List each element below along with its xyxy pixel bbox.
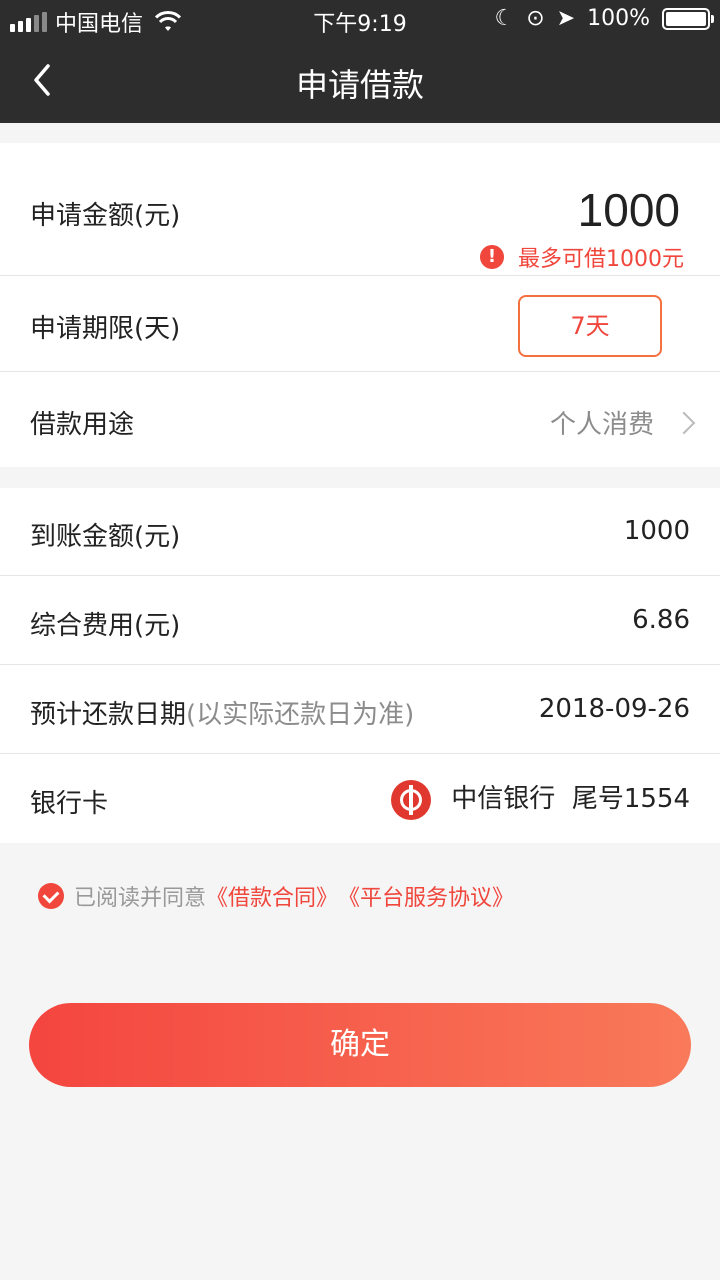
- loan-contract-link[interactable]: 《借款合同》: [206, 880, 338, 912]
- repay-date-value: 2018-09-26: [538, 694, 690, 724]
- bank-card-row[interactable]: 银行卡 中信银行 尾号1554: [0, 754, 720, 843]
- received-value: 1000: [623, 516, 690, 546]
- status-bar: 中国电信 下午9:19 ☾ ⊙ ➤ 100%: [0, 0, 720, 40]
- nav-bar: 申请借款: [0, 40, 720, 123]
- amount-limit-hint: ! 最多可借1000元: [480, 241, 684, 273]
- application-section: 申请金额(元) 1000 ! 最多可借1000元 申请期限(天) 7天 借款用途…: [0, 143, 720, 467]
- repay-label-group: 预计还款日期(以实际还款日为准): [30, 694, 414, 731]
- warning-icon: !: [480, 245, 504, 269]
- amount-hint-text: 最多可借1000元: [518, 247, 684, 272]
- purpose-text: 个人消费: [549, 410, 654, 440]
- bank-card-value: 中信银行 尾号1554: [391, 778, 690, 820]
- battery-percent: 100%: [587, 6, 650, 31]
- agree-checkbox[interactable]: [38, 883, 64, 909]
- rotation-lock-icon: ⊙: [526, 6, 545, 31]
- amount-row: 申请金额(元) 1000 ! 最多可借1000元: [0, 143, 720, 276]
- purpose-value: 个人消费: [549, 404, 696, 441]
- repay-note: (以实际还款日为准): [186, 700, 415, 730]
- confirm-button[interactable]: 确定: [29, 1003, 691, 1087]
- card-tail: 尾号1554: [571, 784, 690, 814]
- amount-input[interactable]: 1000: [578, 183, 680, 237]
- fee-value: 6.86: [632, 605, 690, 635]
- location-icon: ➤: [556, 6, 576, 31]
- header: 中国电信 下午9:19 ☾ ⊙ ➤ 100% 申请借款: [0, 0, 720, 123]
- moon-icon: ☾: [494, 6, 515, 31]
- purpose-row[interactable]: 借款用途 个人消费: [0, 372, 720, 467]
- repay-date-row: 预计还款日期(以实际还款日为准) 2018-09-26: [0, 665, 720, 754]
- bank-card-label: 银行卡: [30, 789, 109, 819]
- repay-label: 预计还款日期: [30, 700, 187, 730]
- agreement-prefix: 已阅读并同意: [74, 886, 207, 911]
- fee-label: 综合费用(元): [30, 611, 181, 641]
- battery-icon: [662, 7, 714, 30]
- bank-name: 中信银行: [451, 784, 556, 814]
- received-label: 到账金额(元): [30, 522, 181, 552]
- term-select-button[interactable]: 7天: [518, 295, 662, 357]
- bank-logo-icon: [391, 779, 432, 820]
- term-label: 申请期限(天): [30, 314, 181, 344]
- received-row: 到账金额(元) 1000: [0, 488, 720, 576]
- amount-label: 申请金额(元): [30, 201, 181, 231]
- status-right: ☾ ⊙ ➤ 100%: [494, 6, 714, 31]
- details-section: 到账金额(元) 1000 综合费用(元) 6.86 预计还款日期(以实际还款日为…: [0, 488, 720, 843]
- purpose-label: 借款用途: [30, 410, 135, 440]
- term-row: 申请期限(天) 7天: [0, 276, 720, 372]
- page-title: 申请借款: [295, 66, 424, 104]
- agreement: 已阅读并同意 《借款合同》 《平台服务协议》: [38, 880, 514, 912]
- fee-row: 综合费用(元) 6.86: [0, 576, 720, 665]
- chevron-right-icon: [672, 411, 696, 435]
- service-agreement-link[interactable]: 《平台服务协议》: [338, 880, 514, 912]
